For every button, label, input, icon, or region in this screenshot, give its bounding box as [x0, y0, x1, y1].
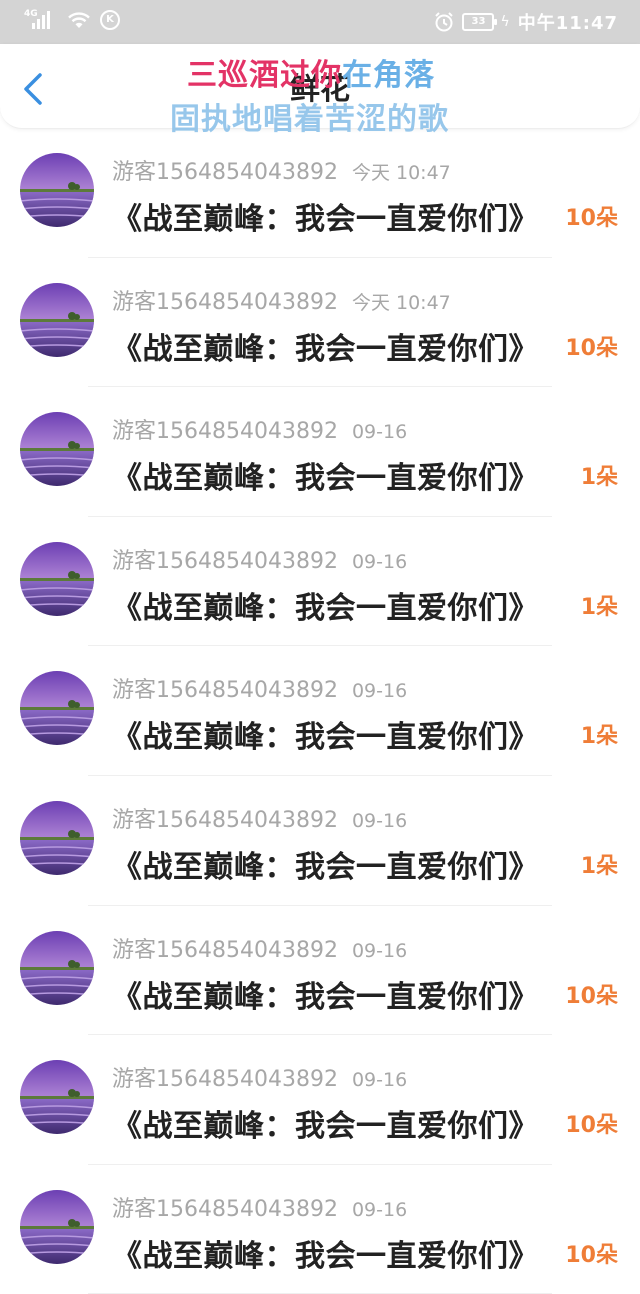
- timestamp: 09-16: [351, 809, 408, 832]
- item-meta: 游客1564854043892 今天 10:47: [112, 284, 451, 316]
- timestamp: 09-16: [351, 1069, 408, 1092]
- item-meta: 游客1564854043892 今天 10:47: [112, 154, 451, 186]
- username: 游客1564854043892: [112, 1196, 338, 1222]
- avatar[interactable]: [20, 541, 94, 616]
- wifi-icon: [68, 12, 90, 28]
- timestamp: 09-16: [351, 680, 408, 703]
- avatar[interactable]: [20, 800, 94, 875]
- work-title: 《战至巅峰：我会一直爱你们》: [112, 979, 539, 1015]
- battery-icon: 33: [462, 13, 498, 31]
- list-item[interactable]: 游客1564854043892 今天 10:47 《战至巅峰：我会一直爱你们》 1…: [0, 128, 640, 258]
- work-title: 《战至巅峰：我会一直爱你们》: [112, 461, 539, 497]
- item-meta: 游客1564854043892 09-16: [112, 672, 407, 704]
- username: 游客1564854043892: [112, 1067, 338, 1093]
- avatar[interactable]: [20, 671, 94, 746]
- username: 游客1564854043892: [112, 678, 338, 704]
- flower-count: 1朵: [580, 853, 618, 879]
- list-item[interactable]: 游客1564854043892 09-16 《战至巅峰：我会一直爱你们》 1朵: [0, 776, 640, 906]
- item-meta: 游客1564854043892 09-16: [112, 413, 407, 445]
- flower-gift-list: 游客1564854043892 今天 10:47 《战至巅峰：我会一直爱你们》 1…: [0, 128, 640, 1294]
- charging-icon: ϟ: [500, 14, 510, 30]
- alarm-icon: [435, 12, 454, 32]
- list-item[interactable]: 游客1564854043892 09-16 《战至巅峰：我会一直爱你们》 10朵: [0, 1035, 640, 1165]
- signal-icon: 4G: [24, 9, 58, 31]
- flower-count: 10朵: [565, 206, 618, 231]
- username: 游客1564854043892: [112, 807, 338, 833]
- timestamp: 今天 10:47: [351, 162, 451, 184]
- timestamp: 09-16: [351, 421, 408, 444]
- work-title: 《战至巅峰：我会一直爱你们》: [112, 1238, 539, 1274]
- list-item[interactable]: 游客1564854043892 09-16 《战至巅峰：我会一直爱你们》 1朵: [0, 646, 640, 776]
- timestamp: 09-16: [351, 939, 408, 962]
- list-item[interactable]: 游客1564854043892 09-16 《战至巅峰：我会一直爱你们》 1朵: [0, 517, 640, 647]
- item-meta: 游客1564854043892 09-16: [112, 1061, 407, 1093]
- timestamp: 09-16: [351, 1198, 408, 1221]
- avatar[interactable]: [20, 412, 94, 487]
- username: 游客1564854043892: [112, 419, 338, 445]
- list-item[interactable]: 游客1564854043892 09-16 《战至巅峰：我会一直爱你们》 1朵: [0, 387, 640, 517]
- username: 游客1564854043892: [112, 160, 338, 185]
- lyric-line-1-part-2: 在角落: [342, 58, 435, 93]
- work-title: 《战至巅峰：我会一直爱你们》: [112, 1109, 539, 1145]
- username: 游客1564854043892: [112, 937, 338, 963]
- avatar[interactable]: [20, 1189, 94, 1264]
- status-bar-left: 4G K: [24, 9, 120, 31]
- username: 游客1564854043892: [112, 289, 338, 315]
- work-title: 《战至巅峰：我会一直爱你们》: [112, 720, 539, 756]
- lyric-line-1: 三巡酒过你在角落: [187, 50, 435, 94]
- flower-count: 10朵: [565, 1242, 618, 1268]
- username: 游客1564854043892: [112, 548, 338, 574]
- flower-count: 1朵: [580, 465, 618, 491]
- lyric-line-1-part-1: 三巡酒过你: [187, 58, 342, 93]
- avatar[interactable]: [20, 282, 94, 357]
- list-item[interactable]: 游客1564854043892 今天 10:47 《战至巅峰：我会一直爱你们》 1…: [0, 258, 640, 388]
- status-bar: 4G K 33 ϟ 中午11:47: [0, 0, 640, 44]
- item-meta: 游客1564854043892 09-16: [112, 802, 407, 834]
- carrier-badge: K: [100, 10, 120, 30]
- flower-count: 1朵: [580, 594, 618, 620]
- flower-count: 10朵: [565, 1113, 618, 1139]
- work-title: 《战至巅峰：我会一直爱你们》: [112, 590, 539, 626]
- item-meta: 游客1564854043892 09-16: [112, 543, 407, 575]
- work-title: 《战至巅峰：我会一直爱你们》: [112, 331, 539, 367]
- avatar[interactable]: [20, 930, 94, 1005]
- work-title: 《战至巅峰：我会一直爱你们》: [112, 202, 539, 237]
- item-meta: 游客1564854043892 09-16: [112, 1191, 407, 1223]
- item-meta: 游客1564854043892 09-16: [112, 932, 407, 964]
- timestamp: 今天 10:47: [351, 291, 451, 314]
- flower-count: 1朵: [580, 724, 618, 750]
- flower-count: 10朵: [565, 983, 618, 1009]
- avatar[interactable]: [20, 153, 94, 227]
- list-item[interactable]: 游客1564854043892 09-16 《战至巅峰：我会一直爱你们》 10朵: [0, 906, 640, 1036]
- timestamp: 09-16: [351, 550, 408, 573]
- avatar[interactable]: [20, 1060, 94, 1135]
- work-title: 《战至巅峰：我会一直爱你们》: [112, 849, 539, 885]
- clock: 中午11:47: [517, 13, 618, 34]
- status-bar-right: 33 ϟ 中午11:47: [434, 9, 618, 35]
- list-item[interactable]: 游客1564854043892 09-16 《战至巅峰：我会一直爱你们》 10朵: [0, 1165, 640, 1294]
- flower-count: 10朵: [565, 335, 618, 361]
